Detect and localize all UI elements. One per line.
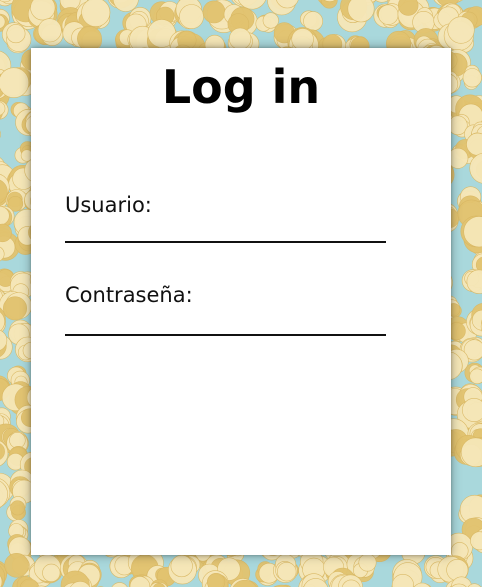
page-title: Log in — [161, 60, 321, 114]
password-input[interactable] — [65, 334, 386, 336]
username-label: Usuario: — [65, 193, 152, 217]
username-input[interactable] — [65, 241, 386, 243]
password-label: Contraseña: — [65, 283, 193, 307]
login-card: Log in Usuario: Contraseña: — [31, 48, 451, 555]
